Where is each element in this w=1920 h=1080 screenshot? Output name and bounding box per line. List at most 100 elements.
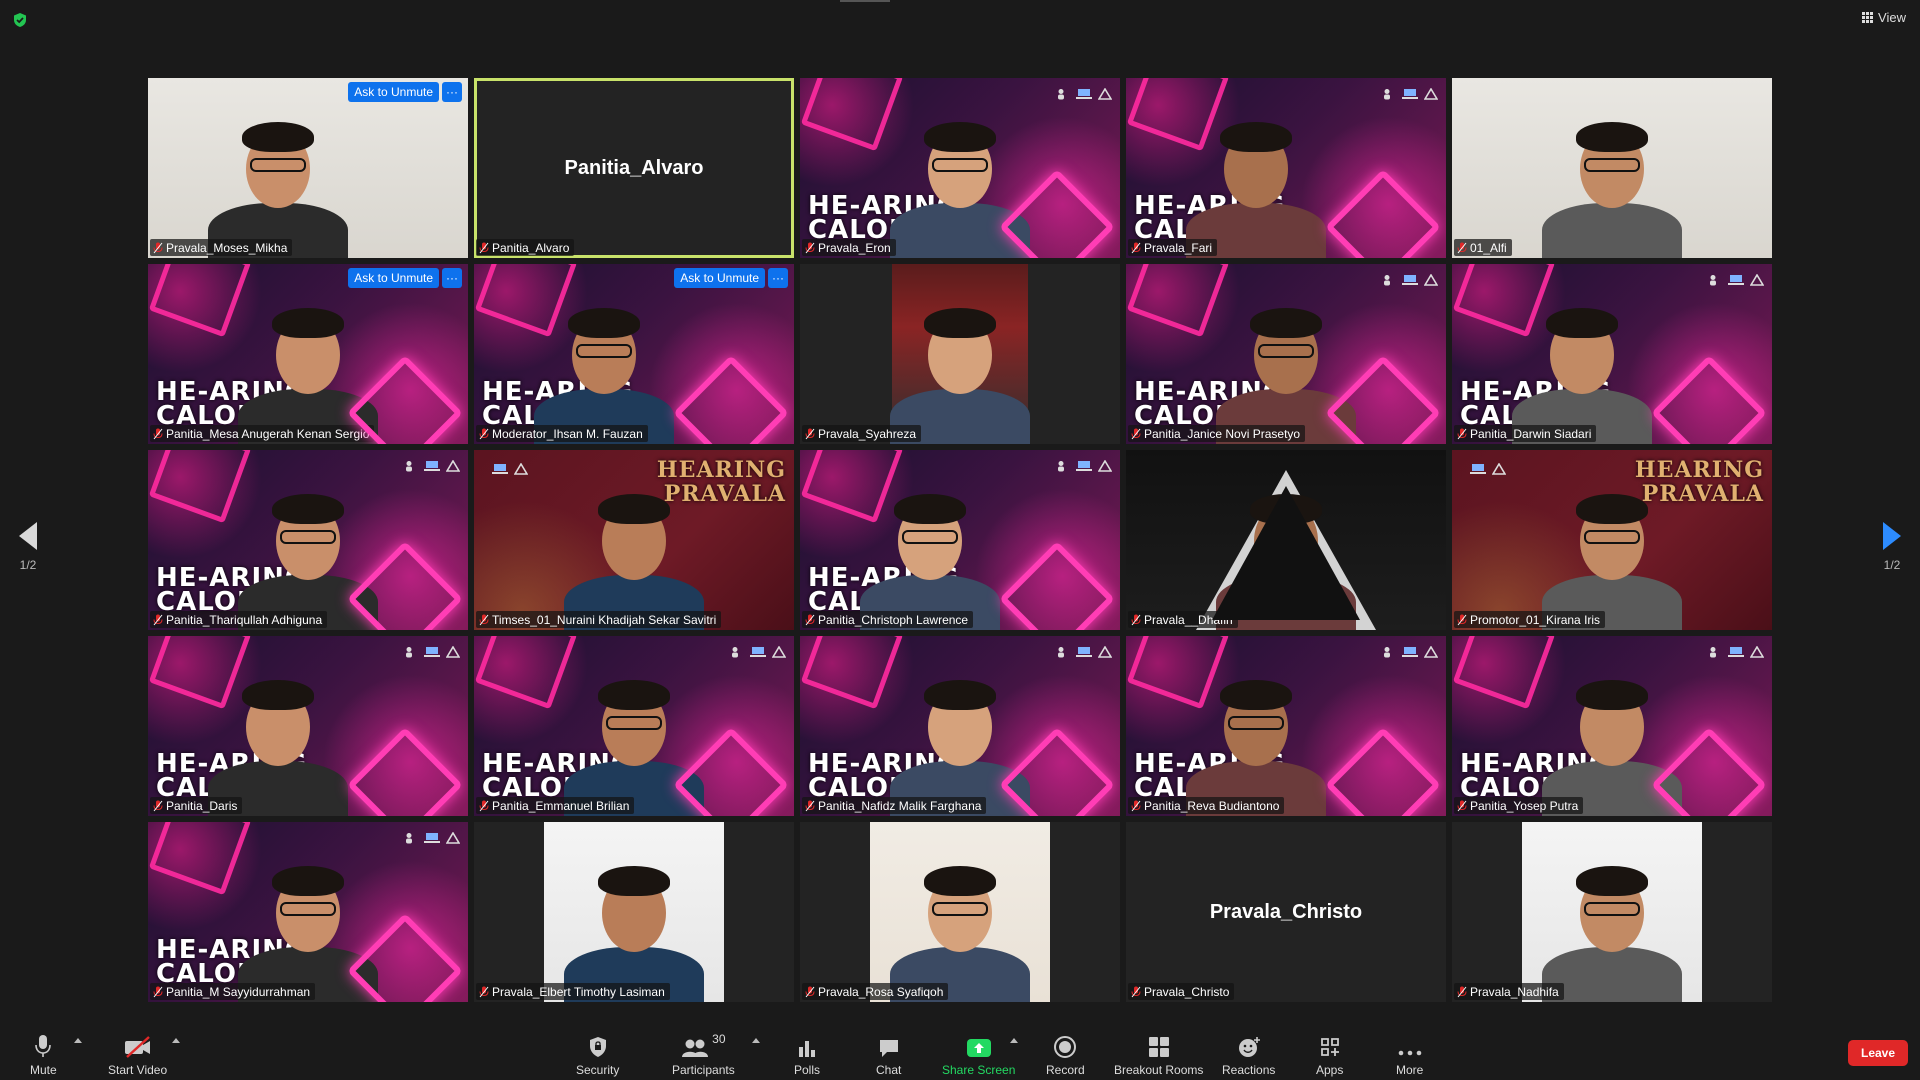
participant-name: Pravala_Christo bbox=[1144, 984, 1230, 999]
video-options-caret[interactable] bbox=[172, 1038, 180, 1043]
tile-status-icons bbox=[1470, 462, 1507, 475]
video-tile[interactable]: Ask to Unmute ··· Pravala_Moses_Mikha bbox=[148, 78, 468, 258]
video-tile[interactable]: Pravala_Elbert Timothy Lasiman bbox=[474, 822, 794, 1002]
video-tile[interactable]: Pravala_Rosa Syafiqoh bbox=[800, 822, 1120, 1002]
security-button[interactable]: Security bbox=[576, 1032, 619, 1077]
share-screen-button[interactable]: Share Screen bbox=[942, 1032, 1015, 1077]
start-video-button[interactable]: Start Video bbox=[108, 1032, 167, 1077]
tile-status-icons bbox=[1380, 87, 1439, 100]
participants-count: 30 bbox=[712, 1032, 726, 1046]
video-tile[interactable]: HE-ARINGCALON KPanitia_Reva Budiantono bbox=[1126, 636, 1446, 816]
video-tile[interactable]: HE-ARING CALON K Panitia_Janice Novi Prase… bbox=[1126, 264, 1446, 444]
mic-muted-icon bbox=[153, 986, 163, 997]
avatar-badge-icon bbox=[728, 645, 742, 658]
mic-muted-icon bbox=[805, 986, 815, 997]
next-page-button[interactable]: 1/2 bbox=[1872, 522, 1912, 572]
participant-name-label: Timses_01_Nuraini Khadijah Sekar Savitri bbox=[476, 611, 722, 628]
participant-name: Panitia_Emmanuel Brilian bbox=[492, 798, 630, 813]
mic-muted-icon bbox=[153, 428, 163, 439]
video-tile[interactable]: 01_Alfi bbox=[1452, 78, 1772, 258]
video-tile[interactable]: HE-ARING CALON K Panitia_Nafidz Malik Farg… bbox=[800, 636, 1120, 816]
mic-muted-icon bbox=[1457, 986, 1467, 997]
video-tile[interactable]: HE-ARING CALON K Panitia_M Sayyidurrahman bbox=[148, 822, 468, 1002]
participant-name-label: Pravala_Nadhifa bbox=[1454, 983, 1564, 1000]
video-tile[interactable]: Panitia_Alvaro Panitia_Alvaro bbox=[474, 78, 794, 258]
participant-name-label: Pravala_Eron bbox=[802, 239, 896, 256]
video-tile[interactable]: HE-ARING CALON K Panitia_Emmanuel Brilian bbox=[474, 636, 794, 816]
chat-button[interactable]: Chat bbox=[876, 1032, 901, 1077]
laptop-badge-icon bbox=[1470, 462, 1486, 474]
more-button[interactable]: More bbox=[1396, 1032, 1423, 1077]
participant-more-button[interactable]: ··· bbox=[442, 268, 462, 288]
laptop-badge-icon bbox=[492, 462, 508, 474]
participant-display-name: Pravala_Christo bbox=[1209, 900, 1363, 923]
video-tile[interactable]: HEARING PRAVALA Promotor_01_Kirana Iris bbox=[1452, 450, 1772, 630]
shield-icon[interactable] bbox=[12, 12, 28, 28]
audio-options-caret[interactable] bbox=[74, 1038, 82, 1043]
video-tile[interactable]: HE-ARINGCALON KPanitia_Darwin Siadari bbox=[1452, 264, 1772, 444]
previous-page-button[interactable]: 1/2 bbox=[8, 522, 48, 572]
view-label: View bbox=[1878, 10, 1906, 25]
participant-video bbox=[198, 666, 358, 816]
video-tile[interactable]: HE-ARING CALON K Panitia_Thariqullah Adhig… bbox=[148, 450, 468, 630]
drag-handle[interactable] bbox=[840, 0, 890, 2]
security-label: Security bbox=[576, 1063, 620, 1077]
participant-name: Pravala_Moses_Mikha bbox=[166, 240, 288, 255]
leave-button[interactable]: Leave bbox=[1848, 1040, 1908, 1066]
background-text-line1: HEARING bbox=[1634, 457, 1764, 483]
mic-muted-icon bbox=[479, 986, 489, 997]
participant-name-label: Panitia_M Sayyidurrahman bbox=[150, 983, 316, 1000]
reactions-button[interactable]: Reactions bbox=[1222, 1032, 1275, 1077]
participant-name-label: Panitia_Emmanuel Brilian bbox=[476, 797, 635, 814]
participant-more-button[interactable]: ··· bbox=[768, 268, 788, 288]
video-tile[interactable]: Pravala_Christo Pravala_Christo bbox=[1126, 822, 1446, 1002]
tile-status-icons bbox=[1706, 273, 1765, 286]
video-tile[interactable]: HEARING PRAVALA Timses_01_Nuraini Khadijah… bbox=[474, 450, 794, 630]
view-button[interactable]: View bbox=[1862, 10, 1906, 25]
video-tile[interactable]: HE-ARINGCALON KPanitia_Daris bbox=[148, 636, 468, 816]
participant-name: Pravala_Nadhifa bbox=[1470, 984, 1559, 999]
video-tile[interactable]: HE-ARING CALON K Panitia_Yosep Putra bbox=[1452, 636, 1772, 816]
participant-name-label: Pravala_Moses_Mikha bbox=[150, 239, 293, 256]
video-tile[interactable]: Pravala_Nadhifa bbox=[1452, 822, 1772, 1002]
participant-video bbox=[198, 108, 358, 258]
ask-to-unmute-button[interactable]: Ask to Unmute bbox=[348, 82, 439, 102]
reactions-icon bbox=[1238, 1037, 1260, 1057]
participants-options-caret[interactable] bbox=[752, 1038, 760, 1043]
breakout-rooms-button[interactable]: Breakout Rooms bbox=[1114, 1032, 1203, 1077]
participant-video bbox=[228, 852, 388, 1002]
mute-button[interactable]: Mute bbox=[30, 1032, 57, 1077]
participant-name-label: Panitia_Mesa Anugerah Kenan Sergio bbox=[150, 425, 375, 442]
ask-to-unmute-button[interactable]: Ask to Unmute bbox=[674, 268, 765, 288]
video-tile[interactable]: HE-ARING CALON K Ask to Unmute ··· Panitia_M… bbox=[148, 264, 468, 444]
video-tile[interactable]: HE-ARING CALON K Pravala_Eron bbox=[800, 78, 1120, 258]
video-off-icon bbox=[124, 1036, 150, 1058]
participant-more-button[interactable]: ··· bbox=[442, 82, 462, 102]
mic-muted-icon bbox=[1457, 428, 1467, 439]
record-button[interactable]: Record bbox=[1046, 1032, 1085, 1077]
participants-button[interactable]: 30 Participants bbox=[672, 1032, 735, 1077]
polls-button[interactable]: Polls bbox=[794, 1032, 820, 1077]
video-tile[interactable]: HE-ARINGCALON KAsk to Unmute···Moderator… bbox=[474, 264, 794, 444]
video-tile[interactable]: HE-ARINGCALON KPanitia_Christoph Lawrenc… bbox=[800, 450, 1120, 630]
triangle-badge-icon bbox=[513, 462, 529, 475]
participant-name: Pravala_Elbert Timothy Lasiman bbox=[492, 984, 665, 999]
participant-name-label: Panitia_Darwin Siadari bbox=[1454, 425, 1597, 442]
share-screen-options-caret[interactable] bbox=[1010, 1038, 1018, 1043]
apps-button[interactable]: Apps bbox=[1316, 1032, 1343, 1077]
avatar-badge-icon bbox=[1054, 87, 1068, 100]
laptop-badge-icon bbox=[424, 645, 440, 657]
participant-name: Panitia_Thariqullah Adhiguna bbox=[166, 612, 323, 627]
video-tile[interactable]: Pravala_Syahreza bbox=[800, 264, 1120, 444]
more-dots-icon bbox=[1398, 1050, 1421, 1056]
page-indicator-left: 1/2 bbox=[19, 558, 37, 572]
security-shield-icon bbox=[589, 1037, 606, 1057]
video-tile[interactable]: HE-ARINGCALON KPravala_Fari bbox=[1126, 78, 1446, 258]
participant-video bbox=[1532, 108, 1692, 258]
ask-to-unmute-button[interactable]: Ask to Unmute bbox=[348, 268, 439, 288]
participant-name-label: Panitia_Nafidz Malik Farghana bbox=[802, 797, 987, 814]
video-tile[interactable]: Pravala__Dhafin bbox=[1126, 450, 1446, 630]
triangle-badge-icon bbox=[1423, 645, 1439, 658]
participant-name: Pravala_Rosa Syafiqoh bbox=[818, 984, 944, 999]
triangle-badge-icon bbox=[1097, 645, 1113, 658]
